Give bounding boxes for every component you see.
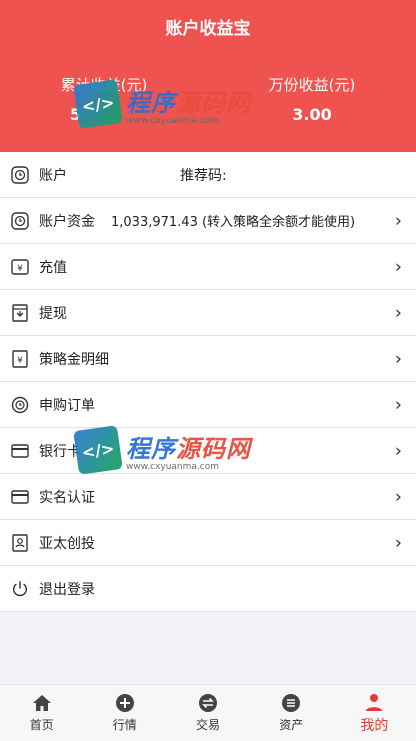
- tab-assets[interactable]: 资产: [250, 685, 333, 741]
- tab-label: 交易: [196, 718, 221, 732]
- menu-item-strategy-detail[interactable]: ¥ 策略金明细 ›: [0, 336, 416, 382]
- svg-text:¥: ¥: [17, 356, 23, 366]
- chevron-right-icon: ›: [394, 210, 402, 231]
- watermark-name-a: 程序: [126, 434, 176, 463]
- watermark-name-b: 源码网: [176, 88, 251, 117]
- chevron-right-icon: ›: [394, 348, 402, 369]
- logout-label: 退出登录: [39, 581, 95, 598]
- funds-value: 1,033,971.43 (转入策略全余额才能使用): [111, 215, 356, 230]
- account-funds-row[interactable]: 账户资金 1,033,971.43 (转入策略全余额才能使用) ›: [0, 198, 416, 244]
- watermark-name-b: 源码网: [176, 434, 251, 463]
- account-label: 账户: [39, 167, 67, 184]
- menu-item-verification[interactable]: 实名认证 ›: [0, 474, 416, 520]
- swap-icon: [199, 694, 217, 712]
- id-card-icon: [11, 533, 29, 552]
- logout-button[interactable]: 退出登录: [0, 566, 416, 612]
- watermark-name-a: 程序: [126, 88, 176, 117]
- menu-item-label: 申购订单: [39, 397, 95, 414]
- tab-label: 我的: [360, 717, 389, 734]
- chevron-right-icon: ›: [394, 486, 402, 507]
- card-icon: [11, 442, 29, 460]
- menu-item-label: 提现: [39, 305, 67, 322]
- card-icon: [11, 488, 29, 506]
- tab-mine[interactable]: 我的: [333, 685, 416, 741]
- tab-trade[interactable]: 交易: [166, 685, 249, 741]
- tab-home[interactable]: 首页: [0, 685, 83, 741]
- page-title: 账户收益宝: [165, 19, 251, 39]
- menu-item-orders[interactable]: 申购订单 ›: [0, 382, 416, 428]
- menu-item-label: 策略金明细: [39, 351, 109, 368]
- menu-item-recharge[interactable]: ¥ 充值 ›: [0, 244, 416, 290]
- chevron-right-icon: ›: [394, 256, 402, 277]
- currency-exchange-icon: ¥: [11, 258, 29, 276]
- tab-market[interactable]: 行情: [83, 685, 166, 741]
- tab-label: 首页: [29, 718, 54, 732]
- menu-item-label: 充值: [39, 259, 67, 276]
- account-menu: 账户 推荐码: 账户资金 1,033,971.43 (转入策略全余额才能使用) …: [0, 152, 416, 612]
- clock-icon: [11, 211, 29, 230]
- bottom-tab-bar: 首页 行情 交易 资产 我的: [0, 684, 416, 741]
- chevron-right-icon: ›: [394, 302, 402, 323]
- chevron-right-icon: ›: [394, 440, 402, 461]
- clock-icon: [11, 396, 29, 414]
- chevron-right-icon: ›: [394, 532, 402, 553]
- watermark-logo: </> 程序源码网 www.cxyuanma.com: [73, 79, 251, 129]
- home-icon: [32, 695, 51, 711]
- funds-label: 账户资金: [39, 213, 95, 230]
- code-badge-icon: </>: [73, 79, 123, 129]
- referral-code-label: 推荐码:: [180, 167, 227, 184]
- svg-text:¥: ¥: [17, 264, 23, 274]
- code-badge-icon: </>: [73, 425, 123, 475]
- power-icon: [11, 580, 29, 598]
- header: 账户收益宝 累计收益(元) 5 万份收益(元) 3.00: [0, 0, 416, 152]
- menu-item-label: 亚太创投: [39, 535, 95, 552]
- menu-item-withdraw[interactable]: 提现 ›: [0, 290, 416, 336]
- clock-icon: [11, 165, 29, 184]
- withdraw-icon: [11, 303, 29, 322]
- chevron-right-icon: ›: [394, 394, 402, 415]
- plus-circle-icon: [115, 694, 134, 712]
- watermark-logo: </> 程序源码网 www.cxyuanma.com: [73, 425, 251, 475]
- account-row[interactable]: 账户 推荐码:: [0, 152, 416, 198]
- list-circle-icon: [282, 694, 301, 712]
- menu-item-asia-pacific[interactable]: 亚太创投 ›: [0, 520, 416, 566]
- menu-item-label: 实名认证: [39, 489, 95, 506]
- user-icon: [366, 693, 383, 711]
- tab-label: 行情: [112, 718, 137, 732]
- tab-label: 资产: [279, 718, 304, 732]
- ledger-icon: ¥: [11, 349, 29, 368]
